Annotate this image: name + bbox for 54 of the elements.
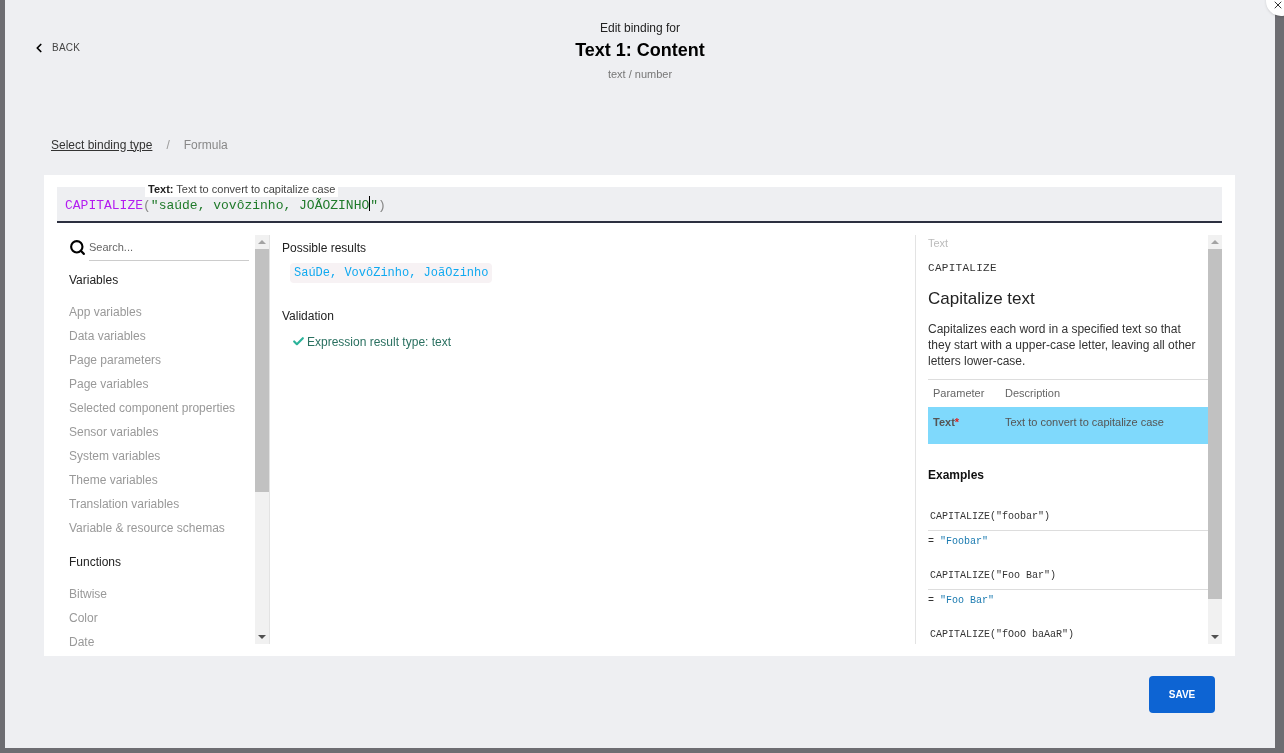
search-icon [69,239,86,256]
results-heading: Possible results [282,239,368,257]
formula-token: "saúde, vovôzinho, JOÃOZINHO [150,196,370,215]
doc-description: Capitalizes each word in a specified text so that they start with a upper-case letter, leaving all other letters lower-case. [928,321,1197,369]
back-button[interactable]: BACK [32,40,81,55]
parameter-name: Text* [932,415,961,430]
sidebar-item[interactable]: Page variables [69,374,253,399]
sidebar-item[interactable]: Variable & resource schemas [69,518,253,543]
breadcrumb-current: Formula [183,136,228,154]
text-cursor [369,196,371,211]
sidebar-item[interactable]: Theme variables [69,470,253,495]
sidebar-item[interactable]: App variables [69,302,253,327]
formula-token: " [370,196,379,215]
sidebar-item[interactable]: System variables [69,446,253,471]
formula-token: ) [378,196,386,215]
doc-category: Text [928,235,950,251]
scrollbar[interactable] [1208,234,1222,644]
close-icon [1272,0,1284,11]
save-button[interactable]: SAVE [1149,675,1215,713]
example-result: = "Foo Bar" [928,595,995,606]
breadcrumb-link[interactable]: Select binding type [51,135,153,154]
column-header: Description [1005,386,1061,402]
example-code: CAPITALIZE("fOoO baAaR") [930,629,1075,640]
parameter-row[interactable]: Text* Text to convert to capitalize case [928,407,1208,444]
parameter-description: Text to convert to capitalize case [1005,415,1164,430]
section-heading: Variables [69,271,120,289]
example-code: CAPITALIZE("Foo Bar") [930,570,1057,581]
doc-title: Capitalize text [928,287,1036,310]
examples-heading: Examples [928,467,986,484]
sidebar-item[interactable]: Sensor variables [69,422,253,447]
section-heading: Functions [69,553,123,571]
sidebar-item[interactable]: Translation variables [69,494,253,519]
example-result: = "Foobar" [928,536,989,547]
breadcrumb-separator: / [166,136,170,154]
sidebar-item[interactable]: Color [69,608,253,633]
dialog-title: Text 1: Content [575,39,705,62]
sidebar-item[interactable]: Data variables [69,326,253,351]
validation-message: Expression result type: text [307,333,452,351]
sidebar-item[interactable]: Date [69,632,253,657]
search-field[interactable]: Search... [89,234,249,261]
function-name: CAPITALIZE [928,261,998,276]
binding-type: text / number [607,67,673,82]
column-header: Parameter [932,386,986,402]
scrollbar[interactable] [255,234,269,644]
dialog-subtitle: Edit binding for [599,20,681,37]
required-mark: * [954,416,960,428]
sidebar-item[interactable]: Page parameters [69,350,253,375]
example-code: CAPITALIZE("foobar") [930,511,1051,522]
sidebar-item[interactable]: Bitwise [69,584,253,609]
validation-heading: Validation [282,307,335,325]
formula-token: ( [143,196,151,215]
sidebar-item[interactable]: Selected component properties [69,398,253,423]
formula-token: CAPITALIZE [65,196,143,215]
result-value: SaúDe, VovôZinho, JoãOzinho [290,262,493,283]
